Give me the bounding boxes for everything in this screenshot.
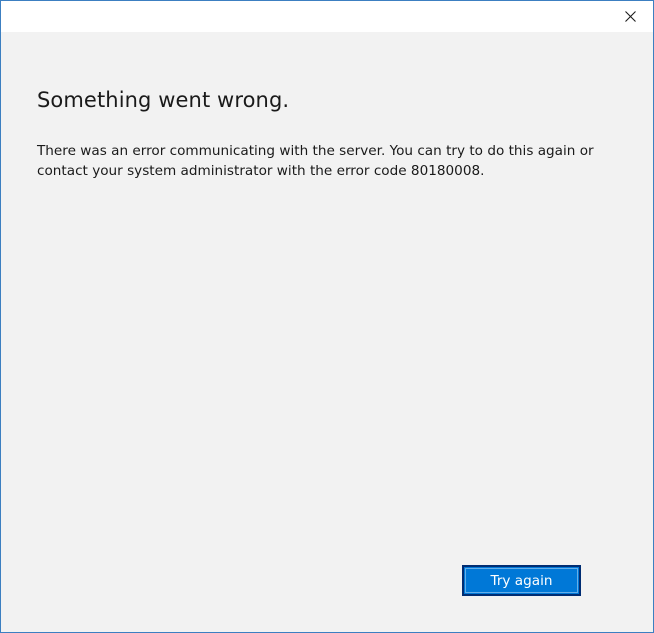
close-button[interactable] [607, 1, 653, 32]
title-bar [1, 1, 653, 32]
error-message: There was an error communicating with th… [37, 143, 594, 179]
page-title: Something went wrong. [37, 88, 290, 112]
dialog-content: Something went wrong. There was an error… [1, 32, 653, 632]
try-again-button[interactable]: Try again [462, 565, 581, 596]
try-again-label: Try again [490, 572, 553, 589]
close-icon [624, 11, 636, 22]
dialog-window: Something went wrong. There was an error… [0, 0, 654, 633]
